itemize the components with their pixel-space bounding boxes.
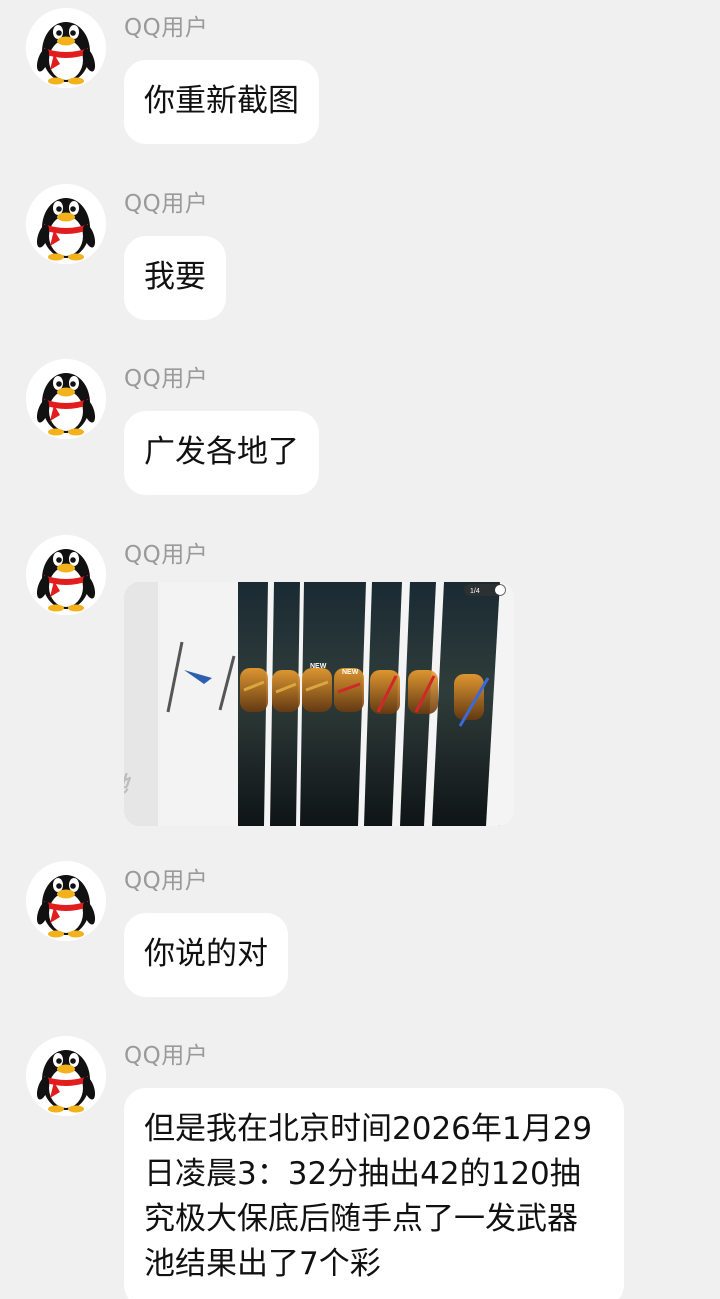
qq-penguin-avatar-icon[interactable] bbox=[26, 861, 106, 941]
sender-name: QQ用户 bbox=[124, 868, 209, 894]
qq-penguin-avatar-icon[interactable] bbox=[26, 535, 106, 615]
message-item: QQ用户 你说的对 bbox=[0, 853, 720, 1013]
new-badge: NEW bbox=[310, 663, 327, 670]
image-counter: 1/4 bbox=[470, 588, 480, 595]
message-bubble[interactable]: 但是我在北京时间2026年1月29日凌晨3：32分抽出42的120抽究极大保底后… bbox=[124, 1088, 624, 1299]
message-item: QQ用户 广发各地了 bbox=[0, 351, 720, 511]
qq-penguin-avatar-icon[interactable] bbox=[26, 8, 106, 88]
game-screenshot-image[interactable]: 秘宝地 NEW NEW 1/4 bbox=[124, 582, 514, 826]
message-bubble[interactable]: 我要 bbox=[124, 236, 226, 320]
sender-name: QQ用户 bbox=[124, 366, 209, 392]
message-item: QQ用户 你重新截图 bbox=[0, 0, 720, 160]
chat-area[interactable]: QQ用户 你重新截图 QQ用户 我要 QQ用户 广发各地了 QQ用户 秘宝地 N… bbox=[0, 0, 720, 1299]
qq-penguin-avatar-icon[interactable] bbox=[26, 1036, 106, 1116]
message-item: QQ用户 我要 bbox=[0, 176, 720, 336]
sender-name: QQ用户 bbox=[124, 191, 209, 217]
message-bubble[interactable]: 广发各地了 bbox=[124, 411, 319, 495]
message-item: QQ用户 但是我在北京时间2026年1月29日凌晨3：32分抽出42的120抽究… bbox=[0, 1028, 720, 1299]
sender-name: QQ用户 bbox=[124, 542, 209, 568]
new-badge: NEW bbox=[342, 669, 359, 676]
message-bubble[interactable]: 你说的对 bbox=[124, 913, 288, 997]
sender-name: QQ用户 bbox=[124, 15, 209, 41]
qq-penguin-avatar-icon[interactable] bbox=[26, 184, 106, 264]
qq-penguin-avatar-icon[interactable] bbox=[26, 359, 106, 439]
sender-name: QQ用户 bbox=[124, 1043, 209, 1069]
message-bubble[interactable]: 你重新截图 bbox=[124, 60, 319, 144]
